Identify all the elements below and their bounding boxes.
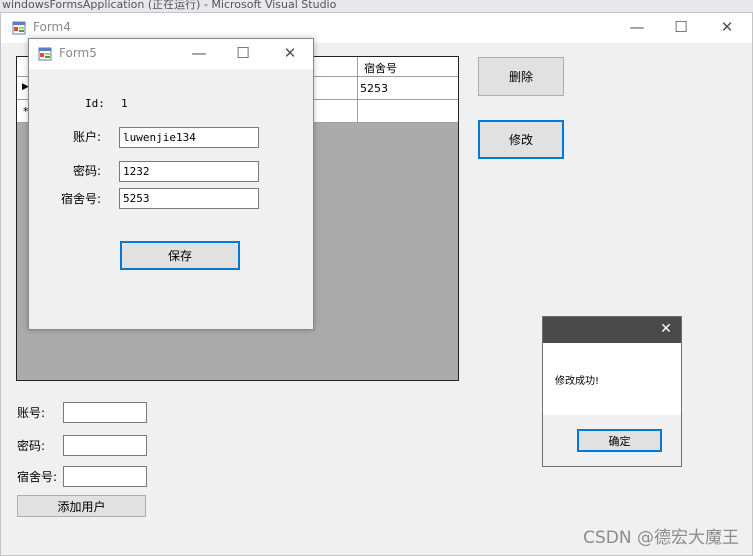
form4-close-button[interactable]: ✕: [704, 13, 750, 43]
message-box-close-button[interactable]: ✕: [651, 317, 681, 343]
password-label: 密码:: [17, 439, 46, 453]
account-label: 账号:: [17, 406, 46, 420]
message-box: ✕ 修改成功! 确定: [542, 316, 682, 467]
form-app-icon: [38, 47, 52, 61]
form5-dorm-input[interactable]: [119, 188, 259, 209]
grid-column-divider: [357, 77, 358, 99]
form4-title: Form4: [33, 20, 71, 34]
grid-header-dorm[interactable]: 宿舍号: [364, 60, 397, 76]
form5-window: Form5 — ☐ ✕ Id: 1 账户: 密码: 宿舍号: 保存: [28, 38, 314, 330]
form-app-icon: [12, 21, 26, 35]
save-button[interactable]: 保存: [120, 241, 240, 270]
dorm-input[interactable]: [63, 466, 147, 487]
vs-title-strip: windowsFormsApplication (正在运行) - Microso…: [0, 0, 753, 12]
dorm-label: 宿舍号:: [17, 470, 58, 484]
form4-maximize-button[interactable]: ☐: [658, 13, 704, 43]
ok-button[interactable]: 确定: [577, 429, 662, 452]
account-input[interactable]: [63, 402, 147, 423]
delete-button[interactable]: 删除: [478, 57, 564, 96]
form5-account-label: 账户:: [73, 130, 102, 144]
message-box-titlebar[interactable]: ✕: [543, 317, 681, 343]
add-user-button[interactable]: 添加用户: [17, 495, 146, 517]
form5-password-input[interactable]: [119, 161, 259, 182]
form5-maximize-button[interactable]: ☐: [221, 39, 265, 69]
form5-dorm-label: 宿舍号:: [61, 192, 102, 206]
form5-close-button[interactable]: ✕: [267, 39, 313, 69]
id-value: 1: [121, 97, 128, 110]
password-input[interactable]: [63, 435, 147, 456]
edit-button[interactable]: 修改: [478, 120, 564, 159]
form4-minimize-button[interactable]: —: [614, 13, 660, 43]
form5-account-input[interactable]: [119, 127, 259, 148]
grid-cell-dorm[interactable]: 5253: [360, 82, 388, 95]
form5-password-label: 密码:: [73, 164, 102, 178]
id-label: Id:: [85, 97, 105, 110]
form5-title: Form5: [59, 46, 97, 60]
message-box-body: 修改成功!: [543, 343, 681, 415]
form5-minimize-button[interactable]: —: [177, 39, 221, 69]
grid-column-divider: [357, 100, 358, 122]
form5-titlebar[interactable]: Form5 — ☐ ✕: [29, 39, 313, 69]
watermark: CSDN @德宏大魔王: [583, 528, 739, 548]
grid-column-divider[interactable]: [357, 57, 358, 76]
vs-title-text: windowsFormsApplication (正在运行) - Microso…: [2, 0, 337, 11]
message-text: 修改成功!: [555, 376, 600, 387]
